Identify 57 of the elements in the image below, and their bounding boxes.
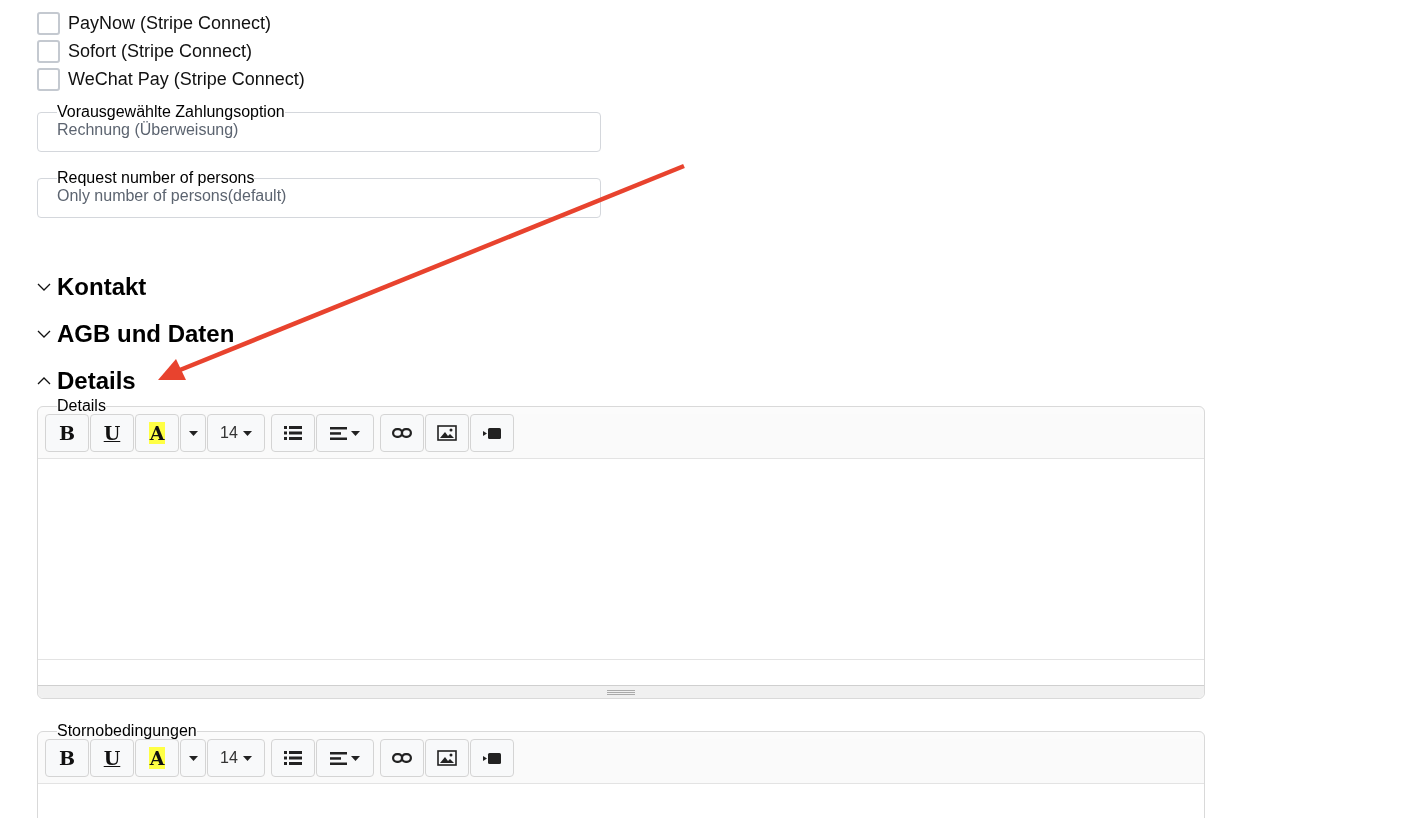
editor-label: Details xyxy=(57,399,106,414)
field-value: Only number of persons(default) xyxy=(57,186,288,206)
link-icon xyxy=(392,428,412,438)
resize-handle[interactable] xyxy=(38,685,1204,698)
chevron-up-icon xyxy=(37,376,51,385)
link-button[interactable] xyxy=(380,414,424,452)
bullet-list-icon xyxy=(284,751,302,765)
color-dropdown-button[interactable] xyxy=(180,414,206,452)
image-icon xyxy=(437,425,457,441)
align-left-icon xyxy=(330,751,347,765)
underline-button[interactable]: U xyxy=(90,739,134,777)
checkbox-label: PayNow (Stripe Connect) xyxy=(68,11,272,35)
chevron-down-icon xyxy=(37,329,51,338)
caret-icon xyxy=(242,430,252,436)
caret-icon xyxy=(351,430,360,436)
caret-icon xyxy=(242,755,252,761)
section-header[interactable]: AGB und Daten xyxy=(37,310,1416,357)
video-icon xyxy=(483,427,501,439)
image-button[interactable] xyxy=(425,739,469,777)
text-color-button[interactable]: A xyxy=(135,739,179,777)
color-dropdown-button[interactable] xyxy=(180,739,206,777)
video-icon xyxy=(483,752,501,764)
field-label: Request number of persons xyxy=(57,170,255,186)
select-field[interactable]: Request number of persons Only number of persons(default) xyxy=(37,170,601,218)
bullet-list-button[interactable] xyxy=(271,414,315,452)
checkbox[interactable] xyxy=(37,67,60,91)
checkbox-label: WeChat Pay (Stripe Connect) xyxy=(68,67,305,91)
caret-icon xyxy=(188,430,198,436)
bullet-list-button[interactable] xyxy=(271,739,315,777)
font-size-dropdown[interactable]: 14 xyxy=(207,739,265,777)
image-icon xyxy=(437,750,457,766)
grip-icon xyxy=(607,689,635,695)
checkbox[interactable] xyxy=(37,11,60,35)
caret-icon xyxy=(351,755,360,761)
image-button[interactable] xyxy=(425,414,469,452)
checkbox-label: Sofort (Stripe Connect) xyxy=(68,39,253,63)
bold-button[interactable]: B xyxy=(45,414,89,452)
bold-button[interactable]: B xyxy=(45,739,89,777)
bullet-list-icon xyxy=(284,426,302,440)
font-size-dropdown[interactable]: 14 xyxy=(207,414,265,452)
video-button[interactable] xyxy=(470,739,514,777)
link-icon xyxy=(392,753,412,763)
align-dropdown-button[interactable] xyxy=(316,739,374,777)
align-left-icon xyxy=(330,426,347,440)
checkbox[interactable] xyxy=(37,39,60,63)
field-value: Rechnung (Überweisung) xyxy=(57,121,240,140)
link-button[interactable] xyxy=(380,739,424,777)
chevron-down-icon xyxy=(37,282,51,291)
video-button[interactable] xyxy=(470,414,514,452)
text-color-button[interactable]: A xyxy=(135,414,179,452)
select-field[interactable]: Vorausgewählte Zahlungsoption Rechnung (Überweisung) xyxy=(37,104,601,152)
underline-button[interactable]: U xyxy=(90,414,134,452)
align-dropdown-button[interactable] xyxy=(316,414,374,452)
section-header[interactable]: Kontakt xyxy=(37,263,1416,310)
caret-icon xyxy=(188,755,198,761)
editor-label: Stornobedingungen xyxy=(57,724,197,739)
field-label: Vorausgewählte Zahlungsoption xyxy=(57,104,285,120)
